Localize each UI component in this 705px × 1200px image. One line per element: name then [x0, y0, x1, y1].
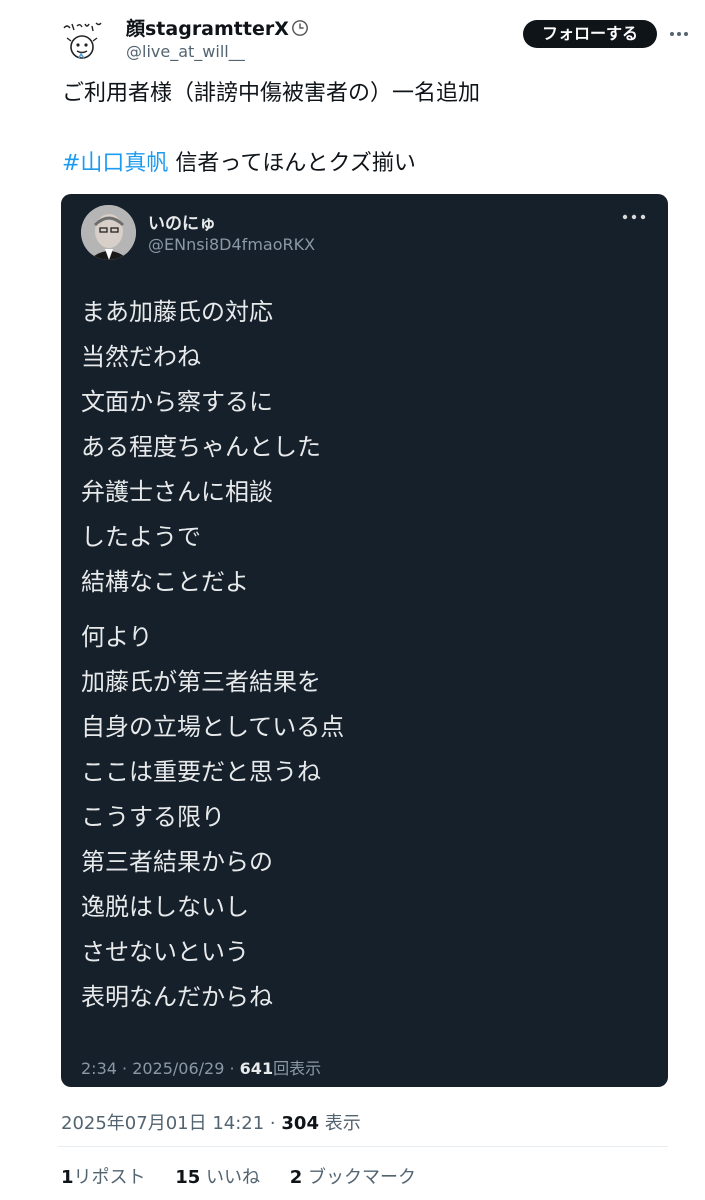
tweet-datetime[interactable]: 2025年07月01日 14:21 · — [61, 1113, 281, 1134]
quoted-text-line: 何より — [81, 623, 153, 651]
quoted-text-line: 文面から察するに — [81, 388, 273, 416]
quoted-text-line: 逸脱はしないし — [81, 893, 249, 921]
hashtag-link[interactable]: #山口真帆 — [62, 151, 168, 176]
quoted-text-line: 弁護士さんに相談 — [81, 478, 273, 506]
reposts-stat[interactable]: 1リポスト — [61, 1167, 146, 1188]
author-display-name[interactable]: 顔stagramtterX — [126, 14, 289, 41]
bookmarks-count: 2 — [289, 1167, 303, 1188]
author-name-row[interactable]: 顔stagramtterX — [126, 14, 309, 41]
quote-more-icon[interactable] — [619, 210, 649, 224]
quoted-views-count: 641 — [239, 1059, 274, 1078]
tweet-views-count: 304 — [281, 1113, 319, 1134]
quoted-text-line: 当然だわね — [81, 343, 201, 371]
quoted-text-line: したようで — [81, 523, 201, 551]
author-handle[interactable]: @live_at_will__ — [126, 42, 245, 61]
tweet-header: 顔stagramtterX @live_at_will__ フォローする — [0, 0, 705, 70]
quoted-text-line: 第三者結果からの — [81, 848, 273, 876]
tweet-text-rest: 信者ってほんとクズ揃い — [168, 151, 416, 176]
quoted-text-line: 表明なんだからね — [81, 983, 273, 1011]
engagement-stats: 1リポスト 15 いいね 2 ブックマーク — [61, 1163, 440, 1189]
follow-button[interactable]: フォローする — [523, 20, 657, 48]
quoted-text-line: ある程度ちゃんとした — [81, 433, 321, 461]
likes-count: 15 — [175, 1167, 201, 1188]
quoted-timestamp[interactable]: 2:34 · 2025/06/29 · — [81, 1059, 240, 1078]
quoted-handle[interactable]: @ENnsi8D4fmaoRKX — [148, 235, 315, 254]
bookmarks-label: ブックマーク — [302, 1167, 417, 1188]
avatar-doodle — [58, 14, 108, 64]
quoted-text-line: ここは重要だと思うね — [81, 758, 321, 786]
quoted-text-line: 加藤氏が第三者結果を — [81, 668, 321, 696]
quoted-text-line: 結構なことだよ — [81, 568, 249, 596]
tweet-text-line1: ご利用者様（誹謗中傷被害者の）一名追加 — [62, 81, 481, 106]
avatar[interactable] — [58, 14, 108, 64]
quoted-views-label: 回表示 — [273, 1059, 322, 1078]
reposts-label: リポスト — [73, 1167, 146, 1188]
bookmarks-stat[interactable]: 2 ブックマーク — [290, 1167, 416, 1188]
divider — [58, 1146, 668, 1147]
quoted-text-line: まあ加藤氏の対応 — [81, 298, 273, 326]
likes-label: いいね — [200, 1167, 261, 1188]
quoted-text-line: こうする限り — [81, 803, 225, 831]
tweet-views-label: 表示 — [318, 1113, 361, 1134]
quoted-tweet-body: まあ加藤氏の対応 当然だわね 文面から察するに ある程度ちゃんとした 弁護士さん… — [81, 290, 651, 1020]
tweet-timestamp-row: 2025年07月01日 14:21 · 304 表示 — [61, 1109, 361, 1135]
quoted-text-line: 自身の立場としている点 — [81, 713, 345, 741]
quoted-meta: 2:34 · 2025/06/29 · 641回表示 — [81, 1055, 321, 1079]
tweet-text-line2: #山口真帆 信者ってほんとクズ揃い — [62, 145, 416, 177]
quoted-avatar[interactable] — [81, 205, 136, 260]
quoted-tweet-card[interactable]: いのにゅ @ENnsi8D4fmaoRKX まあ加藤氏の対応 当然だわね 文面か… — [61, 194, 668, 1087]
quoted-text-line: させないという — [81, 938, 249, 966]
reposts-count: 1 — [61, 1167, 74, 1188]
quoted-display-name[interactable]: いのにゅ — [148, 209, 216, 234]
quoted-avatar-photo — [81, 205, 136, 260]
likes-stat[interactable]: 15 いいね — [175, 1167, 260, 1188]
clock-icon — [291, 19, 308, 36]
more-icon[interactable] — [667, 22, 691, 46]
